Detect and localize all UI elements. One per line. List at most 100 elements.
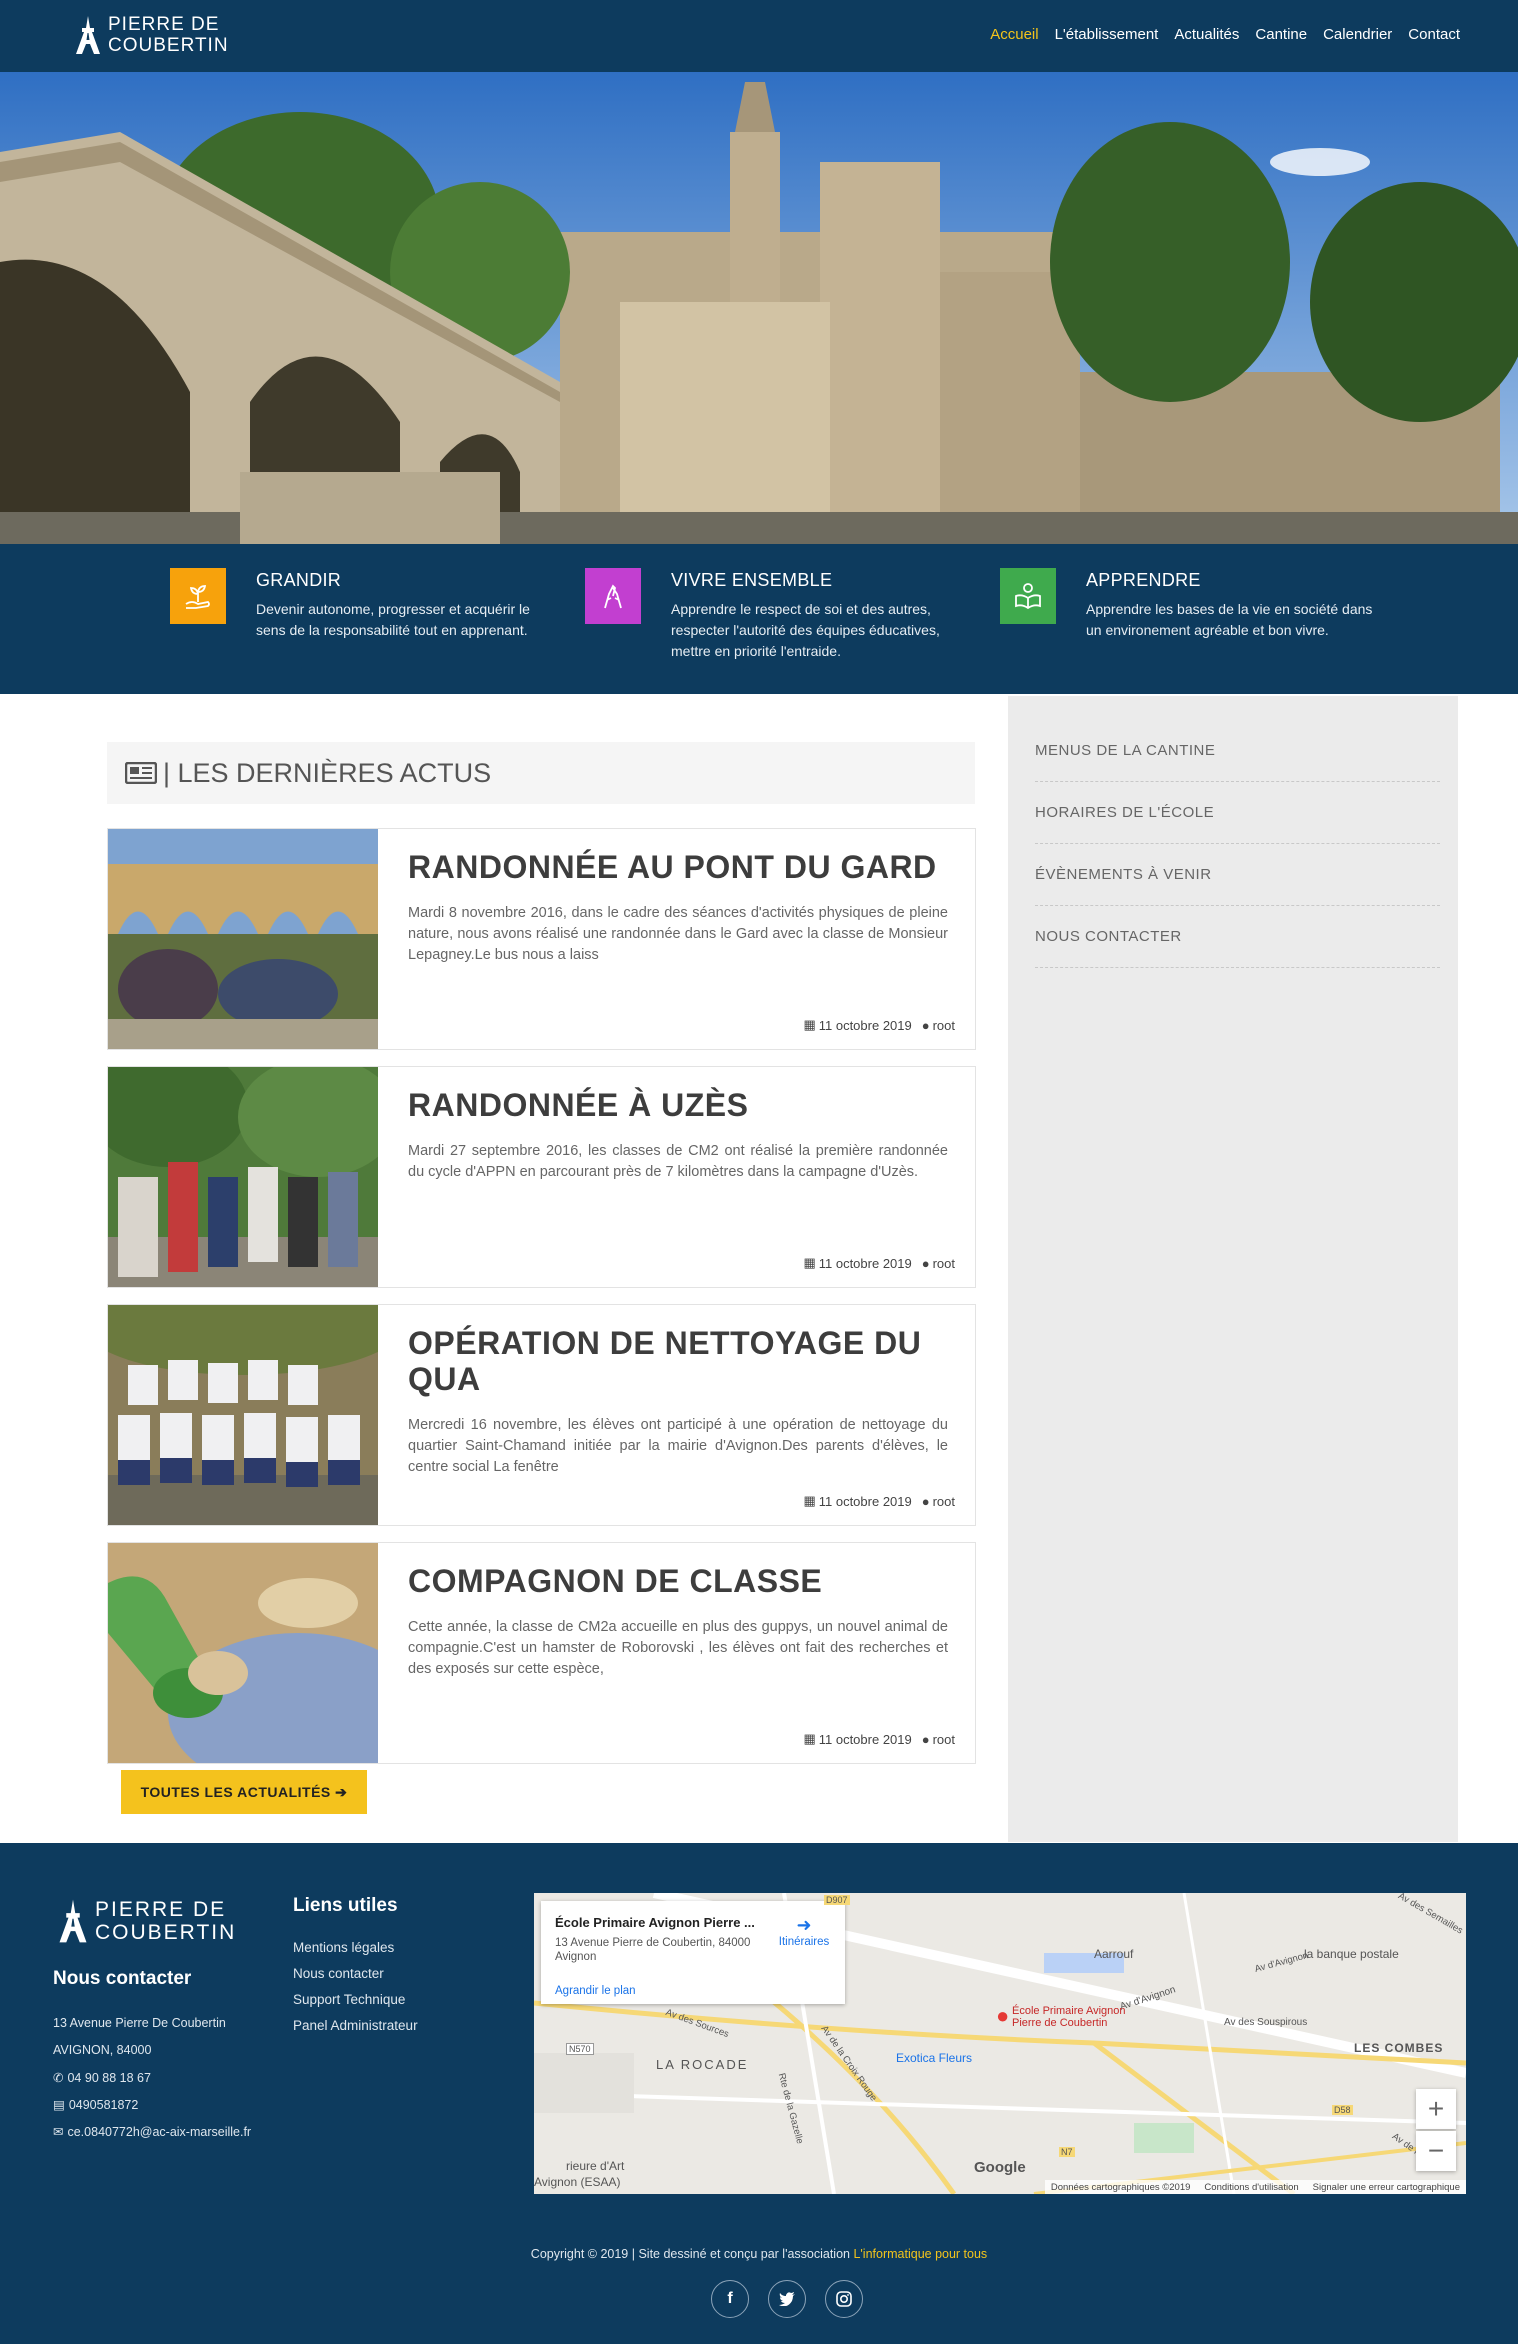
article-meta: ▦ 11 octobre 2019 ● root xyxy=(803,1017,955,1033)
footer-link-admin[interactable]: Panel Administrateur xyxy=(293,2018,418,2033)
zoom-in-button[interactable]: + xyxy=(1416,2089,1456,2129)
nav-actualites[interactable]: Actualités xyxy=(1174,26,1239,43)
zoom-out-button[interactable]: − xyxy=(1416,2131,1456,2171)
address-line-1: 13 Avenue Pierre De Coubertin xyxy=(53,2016,226,2030)
map-marker-icon[interactable]: ● xyxy=(996,2003,1009,2029)
article-thumbnail-pont-du-gard[interactable] xyxy=(108,829,378,1049)
instagram-icon[interactable] xyxy=(825,2280,863,2318)
address-text: 13 Avenue Pierre De Coubertin xyxy=(53,2016,226,2030)
road-sign: D58 xyxy=(1332,2105,1353,2115)
article-title[interactable]: OPÉRATION DE NETTOYAGE DU QUA xyxy=(408,1325,948,1397)
feature-text: Apprendre les bases de la vie en société… xyxy=(1086,601,1373,638)
nav-cantine[interactable]: Cantine xyxy=(1255,26,1307,43)
sidebar-item-horaires[interactable]: HORAIRES DE L'ÉCOLE xyxy=(1035,782,1440,844)
facebook-icon[interactable]: f xyxy=(711,2280,749,2318)
map-label: la banque postale xyxy=(1304,1947,1399,1961)
article-date: 11 octobre 2019 xyxy=(818,1017,912,1033)
copyright: Copyright © 2019 | Site dessiné et conçu… xyxy=(0,2247,1518,2261)
twitter-icon[interactable] xyxy=(768,2280,806,2318)
footer-logo[interactable]: PIERRE DE COUBERTIN xyxy=(55,1897,236,1945)
article-date: 11 octobre 2019 xyxy=(818,1255,912,1271)
fax-text: 0490581872 xyxy=(68,2097,139,2112)
article-thumbnail-hamster[interactable] xyxy=(108,1543,378,1763)
feature-grandir: GRANDIR Devenir autonome, progresser et … xyxy=(170,568,560,641)
article-card[interactable]: OPÉRATION DE NETTOYAGE DU QUA Mercredi 1… xyxy=(107,1304,976,1526)
site-footer: PIERRE DE COUBERTIN Nous contacter 13 Av… xyxy=(0,1843,1518,2344)
report-error-link[interactable]: Signaler une erreur cartographique xyxy=(1313,2182,1460,2193)
feature-text: Devenir autonome, progresser et acquérir… xyxy=(256,601,530,638)
article-thumbnail-nettoyage[interactable] xyxy=(108,1305,378,1525)
article-title[interactable]: RANDONNÉE À UZÈS xyxy=(408,1087,948,1123)
map-place-address: 13 Avenue Pierre de Coubertin, 84000 Avi… xyxy=(555,1937,751,1963)
map-label: Exotica Fleurs xyxy=(896,2051,973,2065)
article-title[interactable]: RANDONNÉE AU PONT DU GARD xyxy=(408,849,948,885)
logo-line-1: PIERRE DE xyxy=(108,14,220,35)
news-section-title: | LES DERNIÈRES ACTUS xyxy=(107,742,975,804)
terms-link[interactable]: Conditions d'utilisation xyxy=(1204,2182,1298,2193)
article-thumbnail-uzes[interactable] xyxy=(108,1067,378,1287)
map-label: Av des Souspirous xyxy=(1224,2017,1308,2028)
features-band: GRANDIR Devenir autonome, progresser et … xyxy=(0,544,1518,694)
sidebar-item-menus-cantine[interactable]: MENUS DE LA CANTINE xyxy=(1035,720,1440,782)
section-title-text: | LES DERNIÈRES ACTUS xyxy=(163,757,492,788)
article-date: 11 octobre 2019 xyxy=(818,1493,912,1509)
google-logo: Google xyxy=(974,2159,1026,2176)
article-author[interactable]: root xyxy=(933,1018,955,1033)
larger-map-link[interactable]: Agrandir le plan xyxy=(555,1985,636,1997)
user-icon: ● xyxy=(921,1493,930,1509)
feature-apprendre: APPRENDRE Apprendre les bases de la vie … xyxy=(1000,568,1390,641)
article-author[interactable]: root xyxy=(933,1256,955,1271)
footer-link-contact[interactable]: Nous contacter xyxy=(293,1966,384,1981)
article-excerpt: Cette année, la classe de CM2a accueille… xyxy=(408,1619,948,1677)
email-text[interactable]: ce.0840772h@ac-aix-marseille.fr xyxy=(67,2125,251,2139)
site-logo[interactable]: PIERRE DE COUBERTIN xyxy=(72,14,229,56)
sidebar-item-contact[interactable]: NOUS CONTACTER xyxy=(1035,906,1440,968)
article-excerpt: Mardi 8 novembre 2016, dans le cadre des… xyxy=(408,905,948,963)
article-card[interactable]: RANDONNÉE AU PONT DU GARD Mardi 8 novemb… xyxy=(107,828,976,1050)
phone-text[interactable]: 04 90 88 18 67 xyxy=(67,2071,150,2085)
directions-label[interactable]: Itinéraires xyxy=(769,1936,839,1948)
hands-together-icon xyxy=(585,568,641,624)
article-card[interactable]: RANDONNÉE À UZÈS Mardi 27 septembre 2016… xyxy=(107,1066,976,1288)
phone-line: ✆ 04 90 88 18 67 xyxy=(53,2070,151,2086)
nav-etablissement[interactable]: L'établissement xyxy=(1055,26,1159,43)
nav-calendrier[interactable]: Calendrier xyxy=(1323,26,1392,43)
calendar-icon: ▦ xyxy=(803,1255,816,1270)
map-label: Avignon (ESAA) xyxy=(534,2175,621,2189)
calendar-icon: ▦ xyxy=(803,1017,816,1032)
article-author[interactable]: root xyxy=(933,1732,955,1747)
road-sign: N7 xyxy=(1059,2147,1075,2157)
feature-title: APPRENDRE xyxy=(1086,570,1201,590)
logo-line-1: PIERRE DE xyxy=(95,1898,227,1921)
social-links: f xyxy=(711,2280,863,2318)
growing-plant-hand-icon xyxy=(170,568,226,624)
feature-title: VIVRE ENSEMBLE xyxy=(671,570,833,590)
address-line-2: AVIGNON, 84000 xyxy=(53,2043,151,2057)
map-label: LA ROCADE xyxy=(656,2057,749,2072)
article-card[interactable]: COMPAGNON DE CLASSE Cette année, la clas… xyxy=(107,1542,976,1764)
email-line: ✉ ce.0840772h@ac-aix-marseille.fr xyxy=(53,2124,251,2140)
article-meta: ▦ 11 octobre 2019 ● root xyxy=(803,1731,955,1747)
article-author[interactable]: root xyxy=(933,1494,955,1509)
eiffel-logo-icon xyxy=(76,16,100,54)
footer-link-support[interactable]: Support Technique xyxy=(293,1992,405,2007)
footer-link-mentions[interactable]: Mentions légales xyxy=(293,1940,394,1955)
map-label: LES COMBES xyxy=(1354,2041,1444,2055)
article-meta: ▦ 11 octobre 2019 ● root xyxy=(803,1255,955,1271)
map-label: rieure d'Art xyxy=(566,2159,625,2173)
directions-link[interactable]: ➜ Itinéraires xyxy=(769,1915,839,1948)
article-title[interactable]: COMPAGNON DE CLASSE xyxy=(408,1563,948,1599)
google-map[interactable]: École Primaire Avignon Pierre ... 13 Ave… xyxy=(534,1893,1466,2194)
sidebar: MENUS DE LA CANTINE HORAIRES DE L'ÉCOLE … xyxy=(1008,696,1458,1842)
all-news-button[interactable]: TOUTES LES ACTUALITÉS ➔ xyxy=(121,1770,367,1814)
association-link[interactable]: L'informatique pour tous xyxy=(853,2247,987,2261)
feature-title: GRANDIR xyxy=(256,570,342,590)
nav-contact[interactable]: Contact xyxy=(1408,26,1460,43)
sidebar-item-evenements[interactable]: ÉVÈNEMENTS À VENIR xyxy=(1035,844,1440,906)
calendar-icon: ▦ xyxy=(803,1493,816,1508)
logo-line-2: COUBERTIN xyxy=(108,35,229,56)
article-excerpt: Mercredi 16 novembre, les élèves ont par… xyxy=(408,1417,948,1475)
nav-accueil[interactable]: Accueil xyxy=(990,26,1038,43)
user-icon: ● xyxy=(921,1017,930,1033)
eiffel-logo-icon xyxy=(59,1899,87,1943)
